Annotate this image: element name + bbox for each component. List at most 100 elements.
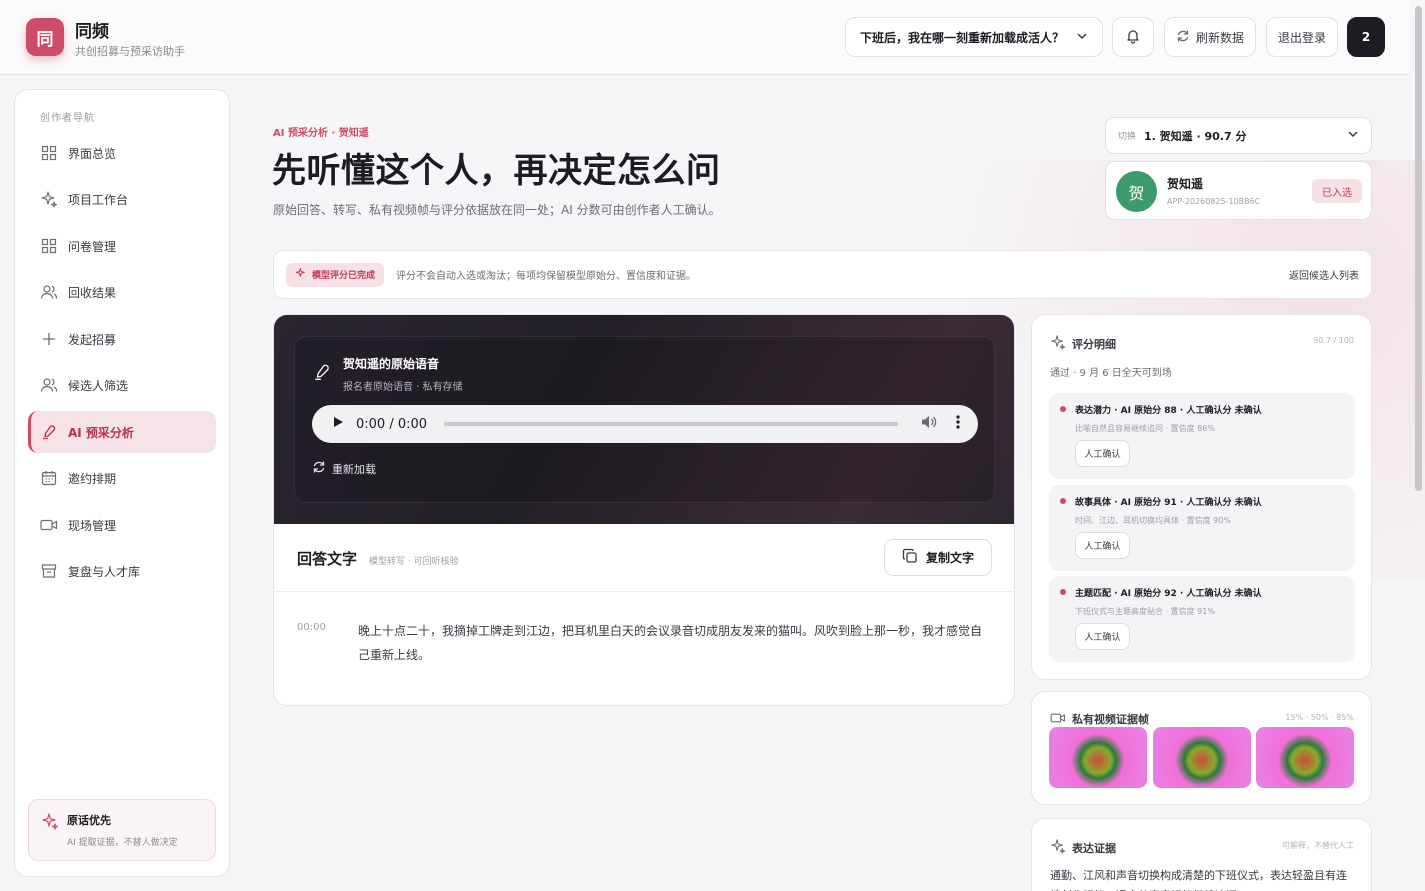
score-item-story: 故事具体 · AI 原始分 91 · 人工确认分 未确认 时间、江边、耳机切换均… xyxy=(1049,485,1355,571)
sidebar-item-label: 现场管理 xyxy=(68,518,117,533)
selected-candidate: 1. 贺知遥 · 90.7 分 xyxy=(1144,129,1247,143)
sidebar-title: 创作者导航 xyxy=(40,113,95,124)
confirm-score-button[interactable]: 人工确认 xyxy=(1075,532,1130,559)
top-bar: 同 同频 共创招募与预采访助手 下班后，我在哪一刻重新加载成活人？ 刷新数据 退… xyxy=(0,0,1410,75)
score-dot xyxy=(1060,498,1066,504)
sidebar-item-archive[interactable]: 复盘与人才库 xyxy=(28,550,216,592)
sidebar-item-schedule[interactable]: 邀约排期 xyxy=(28,457,216,499)
refresh-icon xyxy=(1176,29,1190,46)
grid-icon xyxy=(40,144,58,162)
brand-subtitle: 共创招募与预采访助手 xyxy=(75,45,185,58)
mic-icon xyxy=(313,363,331,385)
score-item-desc: 时间、江边、耳机切换均具体 · 置信度 90% xyxy=(1075,516,1231,525)
score-dot xyxy=(1060,589,1066,595)
sidebar-item-label: 候选人筛选 xyxy=(68,378,129,393)
chevron-down-icon xyxy=(1347,128,1359,143)
candidate-id: APP-20260825-10BB6C xyxy=(1167,197,1261,206)
app-logo: 同 xyxy=(26,18,64,56)
candidate-switch-select[interactable]: 切换 1. 贺知遥 · 90.7 分 xyxy=(1105,117,1372,154)
sidebar-item-label: 界面总览 xyxy=(68,146,117,161)
switch-label: 切换 xyxy=(1118,132,1137,142)
sidebar-item-questionnaire[interactable]: 问卷管理 xyxy=(28,225,216,267)
users-icon xyxy=(40,283,58,301)
refresh-icon xyxy=(312,460,326,477)
copy-text-button[interactable]: 复制文字 xyxy=(884,539,992,576)
audio-time: 0:00 / 0:00 xyxy=(356,416,428,432)
score-detail-card: 评分明细 90.7 / 100 通过 · 9 月 6 日全天可到场 表达潜力 ·… xyxy=(1031,314,1372,680)
volume-icon[interactable] xyxy=(920,414,938,434)
score-dot xyxy=(1060,406,1066,412)
sparkle-icon xyxy=(295,267,307,282)
evidence-note: 可解释，不替代人工 xyxy=(1282,841,1354,850)
session-select[interactable]: 下班后，我在哪一刻重新加载成活人？ xyxy=(845,17,1103,57)
score-item-desc: 比喻自然且容易继续追问 · 置信度 86% xyxy=(1075,424,1215,433)
score-item-desc: 下班仪式与主题高度贴合 · 置信度 91% xyxy=(1075,607,1215,616)
page-title: 先听懂这个人，再决定怎么问 xyxy=(272,151,721,191)
video-icon xyxy=(1050,712,1066,727)
plus-icon xyxy=(40,330,58,348)
sidebar-item-onsite[interactable]: 现场管理 xyxy=(28,504,216,546)
video-frame-thumbnail[interactable] xyxy=(1256,727,1354,788)
evidence-title: 表达证据 xyxy=(1072,841,1116,855)
grid-icon xyxy=(40,237,58,255)
score-item-title: 主题匹配 · AI 原始分 92 · 人工确认分 未确认 xyxy=(1075,589,1262,599)
audio-player[interactable]: 0:00 / 0:00 xyxy=(312,405,978,443)
expression-evidence-card: 表达证据 可解释，不替代人工 通勤、江风和声音切换构成清楚的下班仪式，表达轻盈且… xyxy=(1031,818,1372,891)
sidebar-item-label: 复盘与人才库 xyxy=(68,564,141,579)
score-total: 90.7 / 100 xyxy=(1313,336,1354,345)
audio-title: 贺知遥的原始语音 xyxy=(343,357,440,371)
sidebar-item-label: 问卷管理 xyxy=(68,239,117,254)
session-select-label: 下班后，我在哪一刻重新加载成活人？ xyxy=(860,30,1065,45)
scoring-complete-label: 模型评分已完成 xyxy=(312,271,376,281)
back-to-list-link[interactable]: 返回候选人列表 xyxy=(1289,267,1359,282)
reload-audio-button[interactable]: 重新加载 xyxy=(312,460,376,477)
sidebar-item-results[interactable]: 回收结果 xyxy=(28,271,216,313)
notification-button[interactable] xyxy=(1112,17,1154,57)
status-badge: 已入选 xyxy=(1312,179,1362,203)
answer-title: 回答文字 xyxy=(297,550,358,568)
score-item-title: 表达潜力 · AI 原始分 88 · 人工确认分 未确认 xyxy=(1075,406,1262,416)
score-item-title: 故事具体 · AI 原始分 91 · 人工确认分 未确认 xyxy=(1075,498,1262,508)
audio-subtitle: 报名者原始语音 · 私有存储 xyxy=(343,382,463,393)
tip-title: 原话优先 xyxy=(67,814,111,827)
play-icon[interactable] xyxy=(332,416,344,432)
brand-name: 同频 xyxy=(75,22,109,42)
audio-panel: 贺知遥的原始语音 报名者原始语音 · 私有存储 0:00 / 0:00 重新加载 xyxy=(294,336,995,503)
sidebar-item-label: AI 预采分析 xyxy=(68,425,134,440)
sidebar-item-overview[interactable]: 界面总览 xyxy=(28,132,216,174)
candidate-card: 贺 贺知遥 APP-20260825-10BB6C 已入选 xyxy=(1105,161,1372,220)
video-frames-card: 私有视频证据帧 15% · 50% · 85% xyxy=(1031,691,1372,805)
sidebar-item-ai-analysis[interactable]: AI 预采分析 xyxy=(28,411,216,453)
audio-section: 贺知遥的原始语音 报名者原始语音 · 私有存储 0:00 / 0:00 重新加载 xyxy=(274,315,1014,524)
logout-button[interactable]: 退出登录 xyxy=(1266,17,1338,57)
sidebar-item-label: 邀约排期 xyxy=(68,471,117,486)
answer-card: 贺知遥的原始语音 报名者原始语音 · 私有存储 0:00 / 0:00 重新加载… xyxy=(273,314,1015,706)
refresh-data-button[interactable]: 刷新数据 xyxy=(1164,17,1256,57)
refresh-label: 刷新数据 xyxy=(1195,30,1244,45)
score-item-expression: 表达潜力 · AI 原始分 88 · 人工确认分 未确认 比喻自然且容易继续追问… xyxy=(1049,393,1355,479)
sidebar-item-recruit[interactable]: 发起招募 xyxy=(28,318,216,360)
audio-progress-track[interactable] xyxy=(444,422,898,426)
sidebar-item-label: 回收结果 xyxy=(68,285,117,300)
video-frames-header: 私有视频证据帧 xyxy=(1050,711,1149,727)
sparkle-icon xyxy=(1050,334,1066,353)
scoring-notice: 模型评分已完成 评分不会自动入选或淘汰；每项均保留模型原始分、置信度和证据。 返… xyxy=(273,250,1372,299)
evidence-header: 表达证据 xyxy=(1050,838,1116,857)
scoring-complete-tag: 模型评分已完成 xyxy=(286,262,385,287)
sidebar-item-screening[interactable]: 候选人筛选 xyxy=(28,364,216,406)
score-item-theme: 主题匹配 · AI 原始分 92 · 人工确认分 未确认 下班仪式与主题高度贴合… xyxy=(1049,576,1355,662)
archive-icon xyxy=(40,562,58,580)
score-detail-title: 评分明细 xyxy=(1072,337,1116,351)
tip-text: AI 提取证据，不替人做决定 xyxy=(67,838,178,848)
sidebar-item-workbench[interactable]: 项目工作台 xyxy=(28,178,216,220)
count-badge-button[interactable]: 2 xyxy=(1347,17,1385,57)
page-scrollbar[interactable] xyxy=(1415,6,1422,491)
segment-timestamp[interactable]: 00:00 xyxy=(297,622,326,633)
more-options-icon[interactable] xyxy=(956,414,960,434)
sparkle-icon xyxy=(1050,838,1066,857)
confirm-score-button[interactable]: 人工确认 xyxy=(1075,440,1130,467)
video-frame-thumbnail[interactable] xyxy=(1153,727,1251,788)
candidate-name: 贺知遥 xyxy=(1167,177,1204,191)
confirm-score-button[interactable]: 人工确认 xyxy=(1075,623,1130,650)
video-frame-thumbnail[interactable] xyxy=(1049,727,1147,788)
